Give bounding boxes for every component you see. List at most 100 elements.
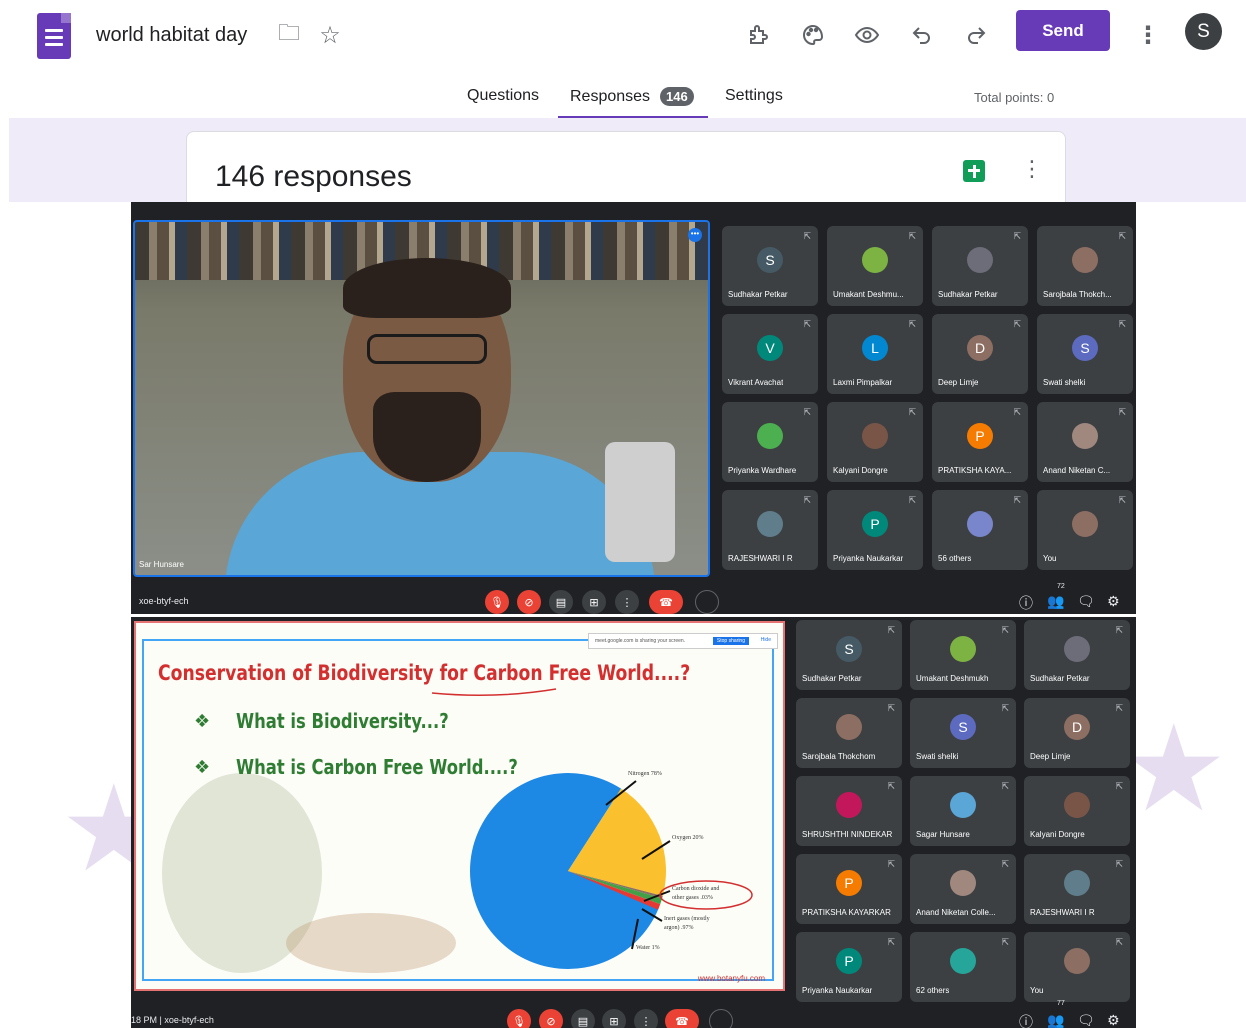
present-icon[interactable]: ⊞ bbox=[582, 590, 606, 614]
mic-off-icon-2[interactable]: 🎙 bbox=[507, 1009, 531, 1028]
people-icon[interactable]: 👥 bbox=[1047, 593, 1064, 610]
pin-icon[interactable]: ⇱ bbox=[803, 495, 811, 506]
pin-icon[interactable]: ⇱ bbox=[803, 407, 811, 418]
participant-tile[interactable]: ⇱ P Priyanka Naukarkar bbox=[796, 932, 902, 1002]
participant-tile[interactable]: ⇱ You bbox=[1024, 932, 1130, 1002]
participant-tile[interactable]: ⇱ D Deep Limje bbox=[932, 314, 1028, 394]
participant-tile[interactable]: ⇱ Kalyani Dongre bbox=[1024, 776, 1130, 846]
participant-tile[interactable]: ⇱ D Deep Limje bbox=[1024, 698, 1130, 768]
pin-icon[interactable]: ⇱ bbox=[908, 495, 916, 506]
pin-icon[interactable]: ⇱ bbox=[1013, 407, 1021, 418]
pin-icon[interactable]: ⇱ bbox=[908, 319, 916, 330]
pin-icon[interactable]: ⇱ bbox=[1013, 319, 1021, 330]
pin-icon[interactable]: ⇱ bbox=[1118, 319, 1126, 330]
participant-tile[interactable]: ⇱ RAJESHWARI I R bbox=[1024, 854, 1130, 924]
info-icon-2[interactable]: ⓘ bbox=[1019, 1012, 1033, 1028]
pin-icon[interactable]: ⇱ bbox=[803, 231, 811, 242]
customize-theme-icon[interactable] bbox=[744, 20, 774, 50]
speaker-more-icon[interactable]: ••• bbox=[688, 228, 702, 242]
participant-tile[interactable]: ⇱ Anand Niketan C... bbox=[1037, 402, 1133, 482]
info-icon[interactable]: ⓘ bbox=[1019, 593, 1033, 613]
activities-icon-2[interactable]: ⚙ bbox=[1107, 1012, 1120, 1028]
meet-more-icon[interactable]: ⋮ bbox=[615, 590, 639, 614]
participant-tile[interactable]: ⇱ Umakant Deshmu... bbox=[827, 226, 923, 306]
participant-tile[interactable]: ⇱ L Laxmi Pimpalkar bbox=[827, 314, 923, 394]
more-options-icon[interactable]: ⋮ bbox=[1133, 20, 1163, 50]
participant-tile[interactable]: ⇱ P Priyanka Naukarkar bbox=[827, 490, 923, 570]
pin-icon[interactable]: ⇱ bbox=[1001, 859, 1009, 870]
preview-eye-icon[interactable] bbox=[852, 20, 882, 50]
pin-icon[interactable]: ⇱ bbox=[887, 703, 895, 714]
participant-tile[interactable]: ⇱ S Swati shelki bbox=[1037, 314, 1133, 394]
pin-icon[interactable]: ⇱ bbox=[1013, 495, 1021, 506]
tab-questions[interactable]: Questions bbox=[467, 87, 539, 105]
palette-icon[interactable] bbox=[798, 20, 828, 50]
participant-tile[interactable]: ⇱ P PRATIKSHA KAYA... bbox=[932, 402, 1028, 482]
pin-icon[interactable]: ⇱ bbox=[1013, 231, 1021, 242]
pin-icon[interactable]: ⇱ bbox=[1118, 231, 1126, 242]
pin-icon[interactable]: ⇱ bbox=[803, 319, 811, 330]
pin-icon[interactable]: ⇱ bbox=[1115, 781, 1123, 792]
sheets-icon[interactable] bbox=[963, 160, 985, 182]
participant-tile[interactable]: ⇱ P PRATIKSHA KAYARKAR bbox=[796, 854, 902, 924]
captions-icon[interactable]: ▤ bbox=[549, 590, 573, 614]
participant-tile[interactable]: ⇱ Sarojbala Thokchom bbox=[796, 698, 902, 768]
present-icon-2[interactable]: ⊞ bbox=[602, 1009, 626, 1028]
send-button[interactable]: Send bbox=[1016, 10, 1110, 51]
participant-tile[interactable]: ⇱ S Sudhakar Petkar bbox=[722, 226, 818, 306]
participant-tile[interactable]: ⇱ You bbox=[1037, 490, 1133, 570]
captions-icon-2[interactable]: ▤ bbox=[571, 1009, 595, 1028]
pin-icon[interactable]: ⇱ bbox=[908, 231, 916, 242]
participant-tile[interactable]: ⇱ Kalyani Dongre bbox=[827, 402, 923, 482]
pin-icon[interactable]: ⇱ bbox=[887, 937, 895, 948]
chat-icon-2[interactable]: 🗨 bbox=[1077, 1012, 1095, 1028]
pin-icon[interactable]: ⇱ bbox=[1001, 781, 1009, 792]
pin-icon[interactable]: ⇱ bbox=[1115, 703, 1123, 714]
tab-responses[interactable]: Responses 146 bbox=[570, 87, 694, 106]
pin-icon[interactable]: ⇱ bbox=[908, 407, 916, 418]
pin-icon[interactable]: ⇱ bbox=[1115, 937, 1123, 948]
meet-more-icon-2[interactable]: ⋮ bbox=[634, 1009, 658, 1028]
pin-icon[interactable]: ⇱ bbox=[887, 625, 895, 636]
participant-tile[interactable]: ⇱ RAJESHWARI I R bbox=[722, 490, 818, 570]
participant-tile[interactable]: ⇱ Sudhakar Petkar bbox=[932, 226, 1028, 306]
mic-off-icon[interactable]: 🎙 bbox=[485, 590, 509, 614]
pin-icon[interactable]: ⇱ bbox=[1115, 625, 1123, 636]
participant-tile[interactable]: ⇱ Priyanka Wardhare bbox=[722, 402, 818, 482]
pin-icon[interactable]: ⇱ bbox=[1001, 937, 1009, 948]
pin-icon[interactable]: ⇱ bbox=[1115, 859, 1123, 870]
pin-icon[interactable]: ⇱ bbox=[1001, 625, 1009, 636]
forms-logo-icon[interactable] bbox=[37, 13, 71, 59]
pin-icon[interactable]: ⇱ bbox=[887, 859, 895, 870]
pin-icon[interactable]: ⇱ bbox=[1118, 495, 1126, 506]
pin-icon[interactable]: ⇱ bbox=[1118, 407, 1126, 418]
chat-icon[interactable]: 🗨 bbox=[1077, 593, 1095, 610]
hang-up-icon-2[interactable]: ☎ bbox=[665, 1009, 699, 1028]
pin-icon[interactable]: ⇱ bbox=[1001, 703, 1009, 714]
responses-more-icon[interactable]: ⋮ bbox=[1021, 156, 1043, 182]
pin-icon[interactable]: ⇱ bbox=[887, 781, 895, 792]
tab-settings[interactable]: Settings bbox=[725, 87, 783, 105]
document-title[interactable]: world habitat day bbox=[96, 24, 247, 47]
participant-tile[interactable]: ⇱ SHRUSHTHI NINDEKAR bbox=[796, 776, 902, 846]
participant-tile[interactable]: ⇱ 62 others bbox=[910, 932, 1016, 1002]
activities-icon[interactable]: ⚙ bbox=[1107, 593, 1120, 610]
raise-hand-icon-2[interactable] bbox=[709, 1009, 733, 1028]
participant-tile[interactable]: ⇱ V Vikrant Avachat bbox=[722, 314, 818, 394]
star-icon[interactable]: ☆ bbox=[315, 20, 345, 50]
participant-tile[interactable]: ⇱ S Swati shelki bbox=[910, 698, 1016, 768]
redo-icon[interactable] bbox=[961, 20, 991, 50]
participant-tile[interactable]: ⇱ Anand Niketan Colle... bbox=[910, 854, 1016, 924]
participant-tile[interactable]: ⇱ Umakant Deshmukh bbox=[910, 620, 1016, 690]
undo-icon[interactable] bbox=[907, 20, 937, 50]
account-avatar[interactable]: S bbox=[1185, 13, 1222, 50]
camera-off-icon-2[interactable]: ⊘ bbox=[539, 1009, 563, 1028]
participant-tile[interactable]: ⇱ Sagar Hunsare bbox=[910, 776, 1016, 846]
participant-tile[interactable]: ⇱ 56 others bbox=[932, 490, 1028, 570]
participant-tile[interactable]: ⇱ S Sudhakar Petkar bbox=[796, 620, 902, 690]
raise-hand-icon[interactable] bbox=[695, 590, 719, 614]
participant-tile[interactable]: ⇱ Sarojbala Thokch... bbox=[1037, 226, 1133, 306]
participant-tile[interactable]: ⇱ Sudhakar Petkar bbox=[1024, 620, 1130, 690]
people-icon-2[interactable]: 👥 bbox=[1047, 1012, 1064, 1028]
hang-up-icon[interactable]: ☎ bbox=[649, 590, 683, 614]
